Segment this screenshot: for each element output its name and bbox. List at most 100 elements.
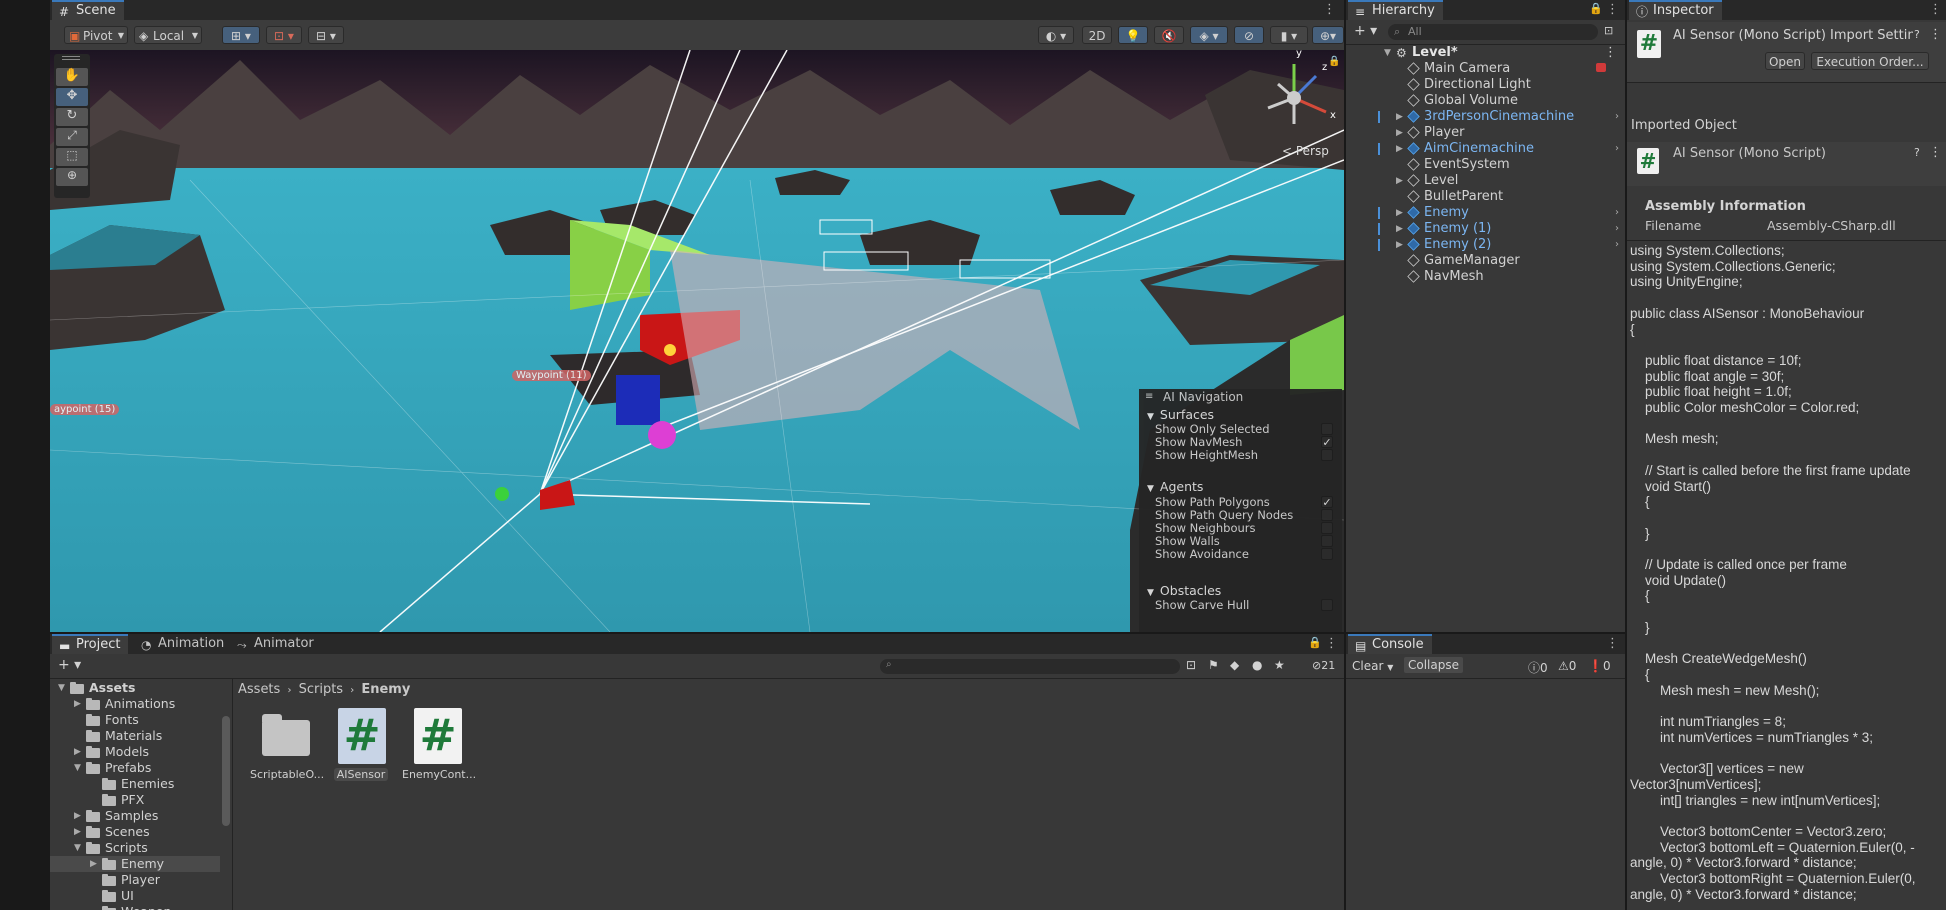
project-tree-item[interactable]: ▶ Animations: [50, 696, 220, 712]
project-tree-item[interactable]: Enemies: [50, 776, 220, 792]
hierarchy-root[interactable]: ▼ ⚙ Level* ⋮: [1346, 45, 1625, 61]
orientation-gizmo[interactable]: y z x < Persp 🔒: [1246, 50, 1342, 160]
scene-menu-icon[interactable]: ⋮: [1323, 2, 1336, 17]
breadcrumb-item[interactable]: Assets: [238, 682, 280, 697]
create-dropdown[interactable]: + ▾: [1354, 23, 1377, 39]
hierarchy-search-input[interactable]: ⌕ All: [1388, 24, 1598, 40]
project-tree-item[interactable]: ▼ Scripts: [50, 840, 220, 856]
persp-label[interactable]: < Persp: [1282, 144, 1329, 158]
hand-tool-button[interactable]: ✋: [56, 68, 88, 86]
hierarchy-item[interactable]: ▶ Level: [1346, 173, 1625, 189]
overlay-grip[interactable]: [62, 56, 80, 60]
open-prefab-arrow-icon[interactable]: ›: [1615, 237, 1619, 253]
project-tree-item[interactable]: ▶ Scenes: [50, 824, 220, 840]
breadcrumb-item-current[interactable]: Enemy: [361, 682, 410, 697]
tab-inspector[interactable]: ⓘ Inspector: [1629, 0, 1722, 20]
effects-dropdown[interactable]: ◈ ▾: [1190, 26, 1228, 44]
tab-console[interactable]: ▤ Console: [1348, 634, 1432, 654]
audio-toggle-button[interactable]: 🔇: [1154, 26, 1184, 44]
alert-filter-icon[interactable]: ●: [1252, 658, 1262, 672]
clear-button[interactable]: Clear ▼: [1352, 659, 1393, 673]
open-prefab-arrow-icon[interactable]: ›: [1615, 205, 1619, 221]
project-tree-item[interactable]: Weapon: [50, 904, 220, 910]
project-lock-icon[interactable]: 🔒: [1308, 636, 1322, 649]
move-tool-button[interactable]: ✥: [56, 88, 88, 106]
search-type-icon[interactable]: ⊡: [1186, 658, 1196, 672]
hierarchy-item[interactable]: Global Volume: [1346, 93, 1625, 109]
root-menu-icon[interactable]: ⋮: [1604, 45, 1617, 61]
chevron-right-icon[interactable]: ▶: [1396, 237, 1403, 253]
project-tree-item[interactable]: UI: [50, 888, 220, 904]
nav-option-checkbox[interactable]: ✓: [1321, 496, 1333, 508]
chevron-down-icon[interactable]: ▼: [58, 680, 65, 696]
chevron-right-icon[interactable]: ▶: [90, 856, 97, 872]
settings-menu-icon[interactable]: ⋮: [1929, 27, 1942, 42]
gizmo-lock-icon[interactable]: 🔒: [1328, 56, 1340, 67]
help-icon[interactable]: ?: [1914, 146, 1920, 159]
chevron-right-icon[interactable]: ▶: [74, 744, 81, 760]
nav-option-row[interactable]: Show HeightMesh: [1155, 449, 1335, 462]
hidden-packages-icon[interactable]: ⊘21: [1312, 659, 1335, 672]
tree-scrollbar[interactable]: [222, 716, 230, 826]
rect-tool-button[interactable]: ⬚: [56, 148, 88, 166]
open-prefab-arrow-icon[interactable]: ›: [1615, 221, 1619, 237]
search-options-icon[interactable]: ⊡: [1604, 24, 1613, 37]
hierarchy-item[interactable]: ▶ Enemy ›: [1346, 205, 1625, 221]
asset-tile[interactable]: ScriptableO...: [250, 706, 324, 786]
tab-scene[interactable]: # Scene: [52, 0, 124, 20]
chevron-right-icon[interactable]: ▶: [1396, 141, 1403, 157]
increment-snap-button[interactable]: ⊡ ▾: [266, 26, 302, 44]
camera-dropdown[interactable]: ▮ ▾: [1270, 26, 1308, 44]
breadcrumb-item[interactable]: Scripts: [299, 682, 343, 697]
gizmos-dropdown[interactable]: ⊕▾: [1312, 26, 1344, 44]
project-tree-item[interactable]: ▼ Prefabs: [50, 760, 220, 776]
console-menu-icon[interactable]: ⋮: [1606, 636, 1619, 651]
info-count-toggle[interactable]: ⓘ0: [1528, 659, 1548, 676]
scale-tool-button[interactable]: ⤢: [56, 128, 88, 146]
project-tree-item[interactable]: ▶ Models: [50, 744, 220, 760]
agents-section-header[interactable]: ▼ Agents: [1147, 479, 1203, 494]
align-button[interactable]: ⊟ ▾: [308, 26, 344, 44]
nav-option-checkbox[interactable]: ✓: [1321, 436, 1333, 448]
collapse-button[interactable]: Collapse: [1404, 657, 1463, 673]
project-menu-icon[interactable]: ⋮: [1325, 636, 1338, 651]
nav-option-checkbox[interactable]: [1321, 535, 1333, 547]
hierarchy-item[interactable]: GameManager: [1346, 253, 1625, 269]
project-tree-item[interactable]: PFX: [50, 792, 220, 808]
lighting-toggle-button[interactable]: 💡: [1118, 26, 1148, 44]
obstacles-section-header[interactable]: ▼ Obstacles: [1147, 583, 1221, 598]
local-dropdown[interactable]: ◈ Local ▼: [134, 26, 202, 44]
chevron-down-icon[interactable]: ▼: [74, 760, 81, 776]
rotate-tool-button[interactable]: ↻: [56, 108, 88, 126]
hierarchy-item[interactable]: ▶ Player: [1346, 125, 1625, 141]
create-asset-dropdown[interactable]: + ▾: [58, 657, 81, 673]
hierarchy-item[interactable]: ▶ Enemy (1) ›: [1346, 221, 1625, 237]
favorite-star-icon[interactable]: ★: [1274, 658, 1285, 672]
surfaces-section-header[interactable]: ▼ Surfaces: [1147, 407, 1214, 422]
hierarchy-item[interactable]: ▶ 3rdPersonCinemachine ›: [1346, 109, 1625, 125]
execution-order-button[interactable]: Execution Order...: [1811, 52, 1929, 70]
nav-option-row[interactable]: Show Carve Hull: [1155, 599, 1335, 612]
asset-tile[interactable]: # EnemyCont...: [402, 706, 476, 786]
hierarchy-item[interactable]: ▶ AimCinemachine ›: [1346, 141, 1625, 157]
search-label-icon[interactable]: ⚑: [1208, 658, 1219, 672]
tab-hierarchy[interactable]: ≡ Hierarchy: [1348, 0, 1443, 20]
chevron-right-icon[interactable]: ▶: [1396, 125, 1403, 141]
help-icon[interactable]: ?: [1914, 28, 1920, 41]
chevron-right-icon[interactable]: ▶: [1396, 109, 1403, 125]
project-tree-item[interactable]: ▶ Samples: [50, 808, 220, 824]
hierarchy-menu-icon[interactable]: ⋮: [1606, 2, 1619, 17]
open-prefab-arrow-icon[interactable]: ›: [1615, 109, 1619, 125]
chevron-right-icon[interactable]: ▶: [1396, 205, 1403, 221]
error-count-toggle[interactable]: ❗0: [1588, 659, 1611, 673]
ai-nav-title[interactable]: ≡ AI Navigation: [1139, 389, 1342, 405]
nav-option-checkbox[interactable]: [1321, 449, 1333, 461]
hierarchy-item[interactable]: BulletParent: [1346, 189, 1625, 205]
chevron-right-icon[interactable]: ▶: [74, 824, 81, 840]
hierarchy-item[interactable]: EventSystem: [1346, 157, 1625, 173]
tab-project[interactable]: ▬ Project: [52, 634, 129, 654]
project-tree-item[interactable]: Materials: [50, 728, 220, 744]
nav-option-checkbox[interactable]: [1321, 548, 1333, 560]
project-tree-item[interactable]: ▶ Enemy: [50, 856, 220, 872]
pivot-dropdown[interactable]: ▣ Pivot ▼: [64, 26, 128, 44]
